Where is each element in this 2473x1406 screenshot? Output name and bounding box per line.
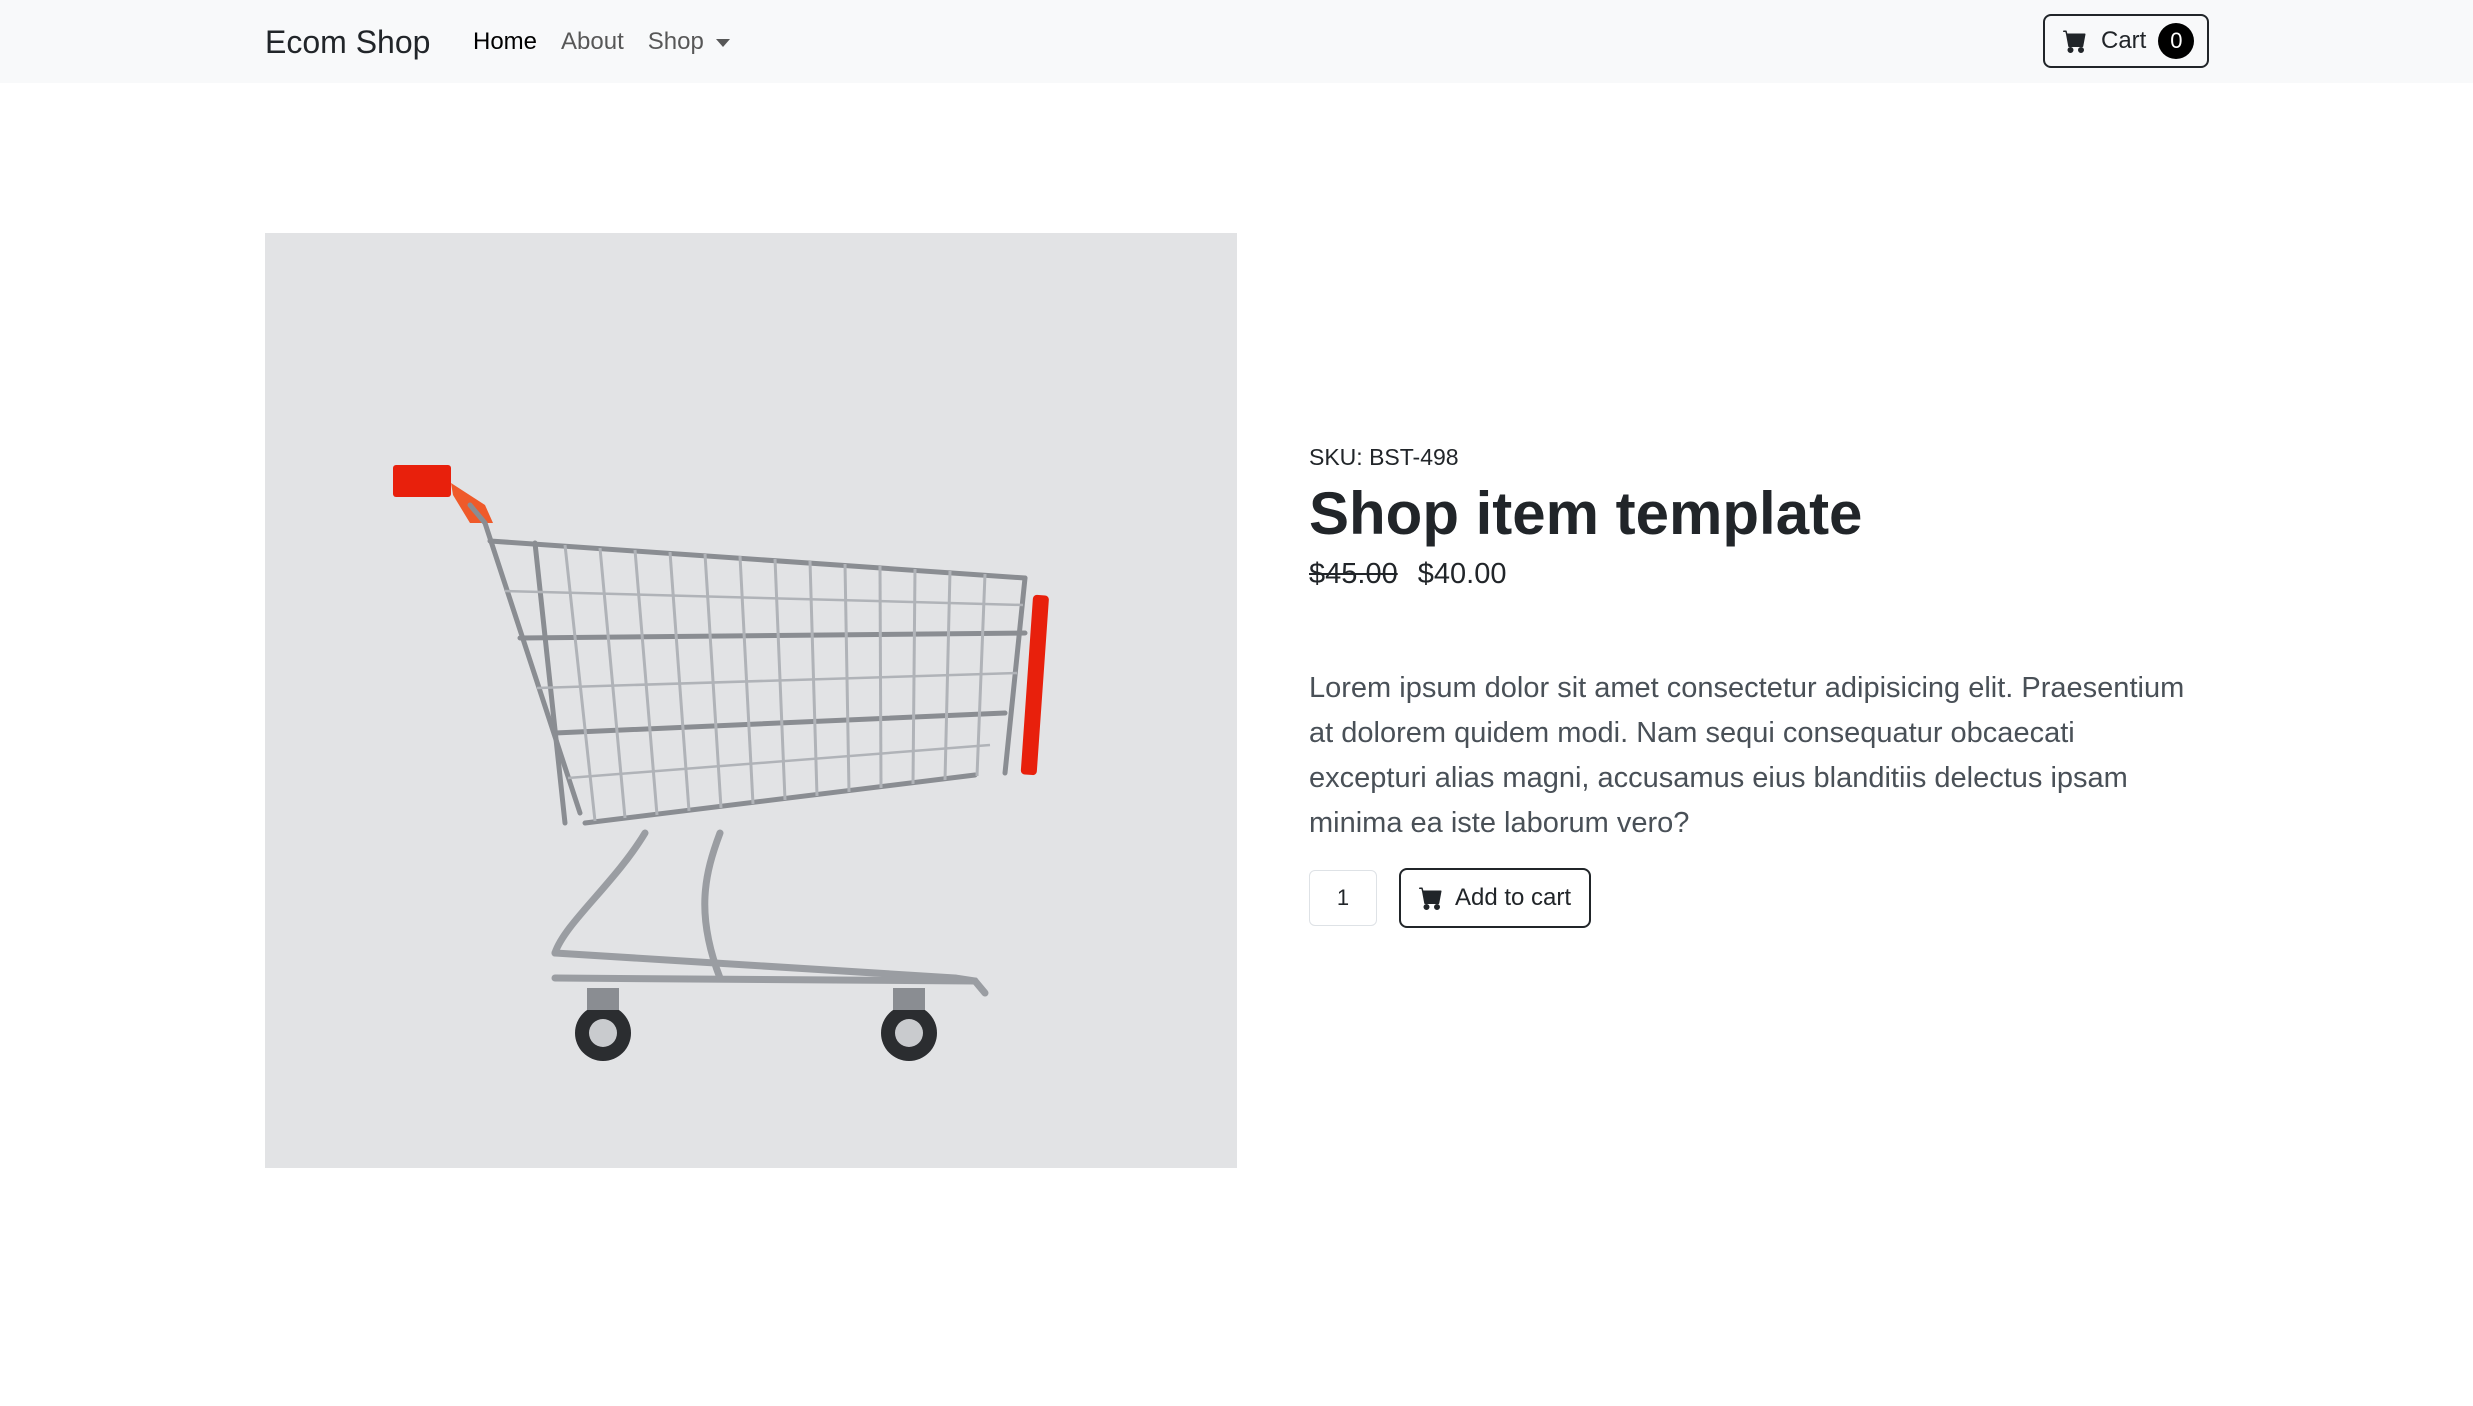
product-details: SKU: BST-498 Shop item template $45.00 $… <box>1309 440 2209 928</box>
add-to-cart-label: Add to cart <box>1455 884 1572 911</box>
current-price: $40.00 <box>1417 558 1507 590</box>
product-description: Lorem ipsum dolor sit amet consectetur a… <box>1309 672 2185 839</box>
product-price: $45.00 $40.00 <box>1309 554 2209 594</box>
navbar: Ecom Shop Home About Shop Cart 0 <box>0 0 2473 83</box>
cart-label: Cart <box>2101 27 2147 54</box>
nav-link-home[interactable]: Home <box>473 24 537 60</box>
cart-icon <box>2063 30 2086 53</box>
cart-icon <box>1419 887 1442 910</box>
purchase-actions: Add to cart <box>1309 868 2209 928</box>
product-title: Shop item template <box>1309 480 1863 547</box>
add-to-cart-button[interactable]: Add to cart <box>1399 868 1592 928</box>
product-image <box>265 233 1237 1168</box>
nav-link-shop-label: Shop <box>647 28 704 55</box>
quantity-input[interactable] <box>1309 870 1377 926</box>
cart-button[interactable]: Cart 0 <box>2043 14 2209 68</box>
shopping-cart-illustration <box>393 465 1049 1061</box>
brand-link[interactable]: Ecom Shop <box>265 20 430 64</box>
nav-links: Home About Shop <box>473 24 754 60</box>
chevron-down-icon <box>715 39 730 47</box>
product-sku: SKU: BST-498 <box>1309 444 1459 470</box>
old-price: $45.00 <box>1309 558 1398 590</box>
nav-link-about[interactable]: About <box>561 24 624 60</box>
nav-link-shop-dropdown[interactable]: Shop <box>648 24 730 60</box>
cart-count-badge: 0 <box>2158 23 2195 59</box>
